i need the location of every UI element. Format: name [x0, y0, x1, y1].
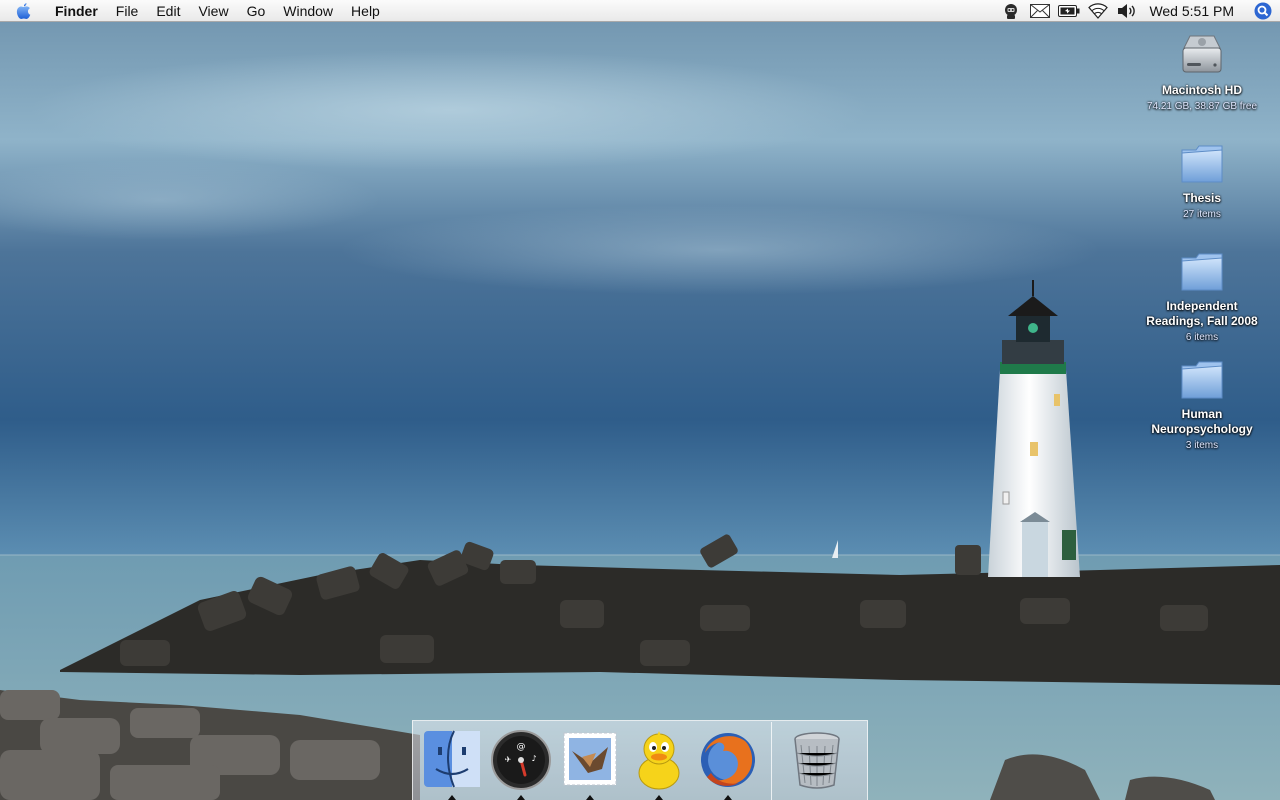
svg-text:♪: ♪	[531, 754, 536, 763]
hard-drive-icon	[1182, 35, 1222, 73]
menu-file[interactable]: File	[107, 0, 148, 22]
spotlight-search-icon[interactable]	[1246, 0, 1280, 22]
dock-item-mail[interactable]	[555, 721, 624, 800]
dock-item-firefox[interactable]	[693, 721, 762, 800]
mail-icon[interactable]	[1025, 0, 1054, 22]
desktop-icon-info: 3 items	[1185, 440, 1219, 451]
dock-item-finder[interactable]	[417, 721, 486, 800]
folder-icon	[1181, 361, 1223, 399]
desktop-icon-name: Human Neuropsychology	[1151, 407, 1253, 436]
desktop-icon-independent-readings[interactable]: Independent Readings, Fall 2008 6 items	[1132, 248, 1272, 344]
desktop-icon-macintosh-hd[interactable]: Macintosh HD 74.21 GB, 38.87 GB free	[1132, 32, 1272, 113]
menu-view[interactable]: View	[189, 0, 237, 22]
dashboard-icon: @ ♪ ✈	[490, 729, 551, 790]
folder-icon	[1181, 253, 1223, 291]
finder-icon	[423, 730, 480, 787]
running-indicator	[516, 794, 525, 800]
dock-item-trash[interactable]	[782, 721, 851, 800]
apple-menu-icon[interactable]	[0, 0, 46, 22]
desktop-icon-name: Thesis	[1182, 191, 1221, 205]
folder-icon	[1181, 145, 1223, 183]
desktop-icon-name: Macintosh HD	[1161, 83, 1242, 97]
trash-icon	[793, 731, 840, 789]
dock-item-dashboard[interactable]: @ ♪ ✈	[486, 721, 555, 800]
robot-icon[interactable]	[996, 0, 1025, 22]
volume-icon[interactable]	[1112, 0, 1141, 22]
menu-app-name[interactable]: Finder	[46, 0, 107, 22]
menu-help[interactable]: Help	[342, 0, 389, 22]
desktop-icon-human-neuropsychology[interactable]: Human Neuropsychology 3 items	[1132, 356, 1272, 452]
menu-edit[interactable]: Edit	[147, 0, 189, 22]
firefox-icon	[700, 732, 755, 787]
running-indicator	[723, 794, 732, 800]
svg-text:@: @	[516, 742, 525, 752]
running-indicator	[654, 794, 663, 800]
menu-clock[interactable]: Wed 5:51 PM	[1141, 0, 1246, 22]
dock-item-adium[interactable]	[624, 721, 693, 800]
running-indicator	[585, 794, 594, 800]
desktop-wallpaper	[0, 0, 1280, 800]
menu-window[interactable]: Window	[274, 0, 342, 22]
menu-bar: Finder File Edit View Go Window Help Wed…	[0, 0, 1280, 22]
desktop-icon-thesis[interactable]: Thesis 27 items	[1132, 140, 1272, 221]
running-indicator	[447, 794, 456, 800]
battery-icon[interactable]	[1054, 0, 1083, 22]
mail-stamp-icon	[563, 732, 616, 785]
desktop-icon-info: 27 items	[1183, 209, 1221, 220]
svg-text:✈: ✈	[504, 755, 511, 764]
adium-duck-icon	[638, 730, 679, 789]
wifi-icon[interactable]	[1083, 0, 1112, 22]
menu-go[interactable]: Go	[238, 0, 275, 22]
dock: @ ♪ ✈	[412, 720, 868, 800]
desktop-icon-name: Independent Readings, Fall 2008	[1146, 299, 1258, 328]
desktop-icon-info: 74.21 GB, 38.87 GB free	[1146, 101, 1258, 112]
dock-separator	[771, 721, 772, 800]
desktop-icon-info: 6 items	[1185, 332, 1219, 343]
